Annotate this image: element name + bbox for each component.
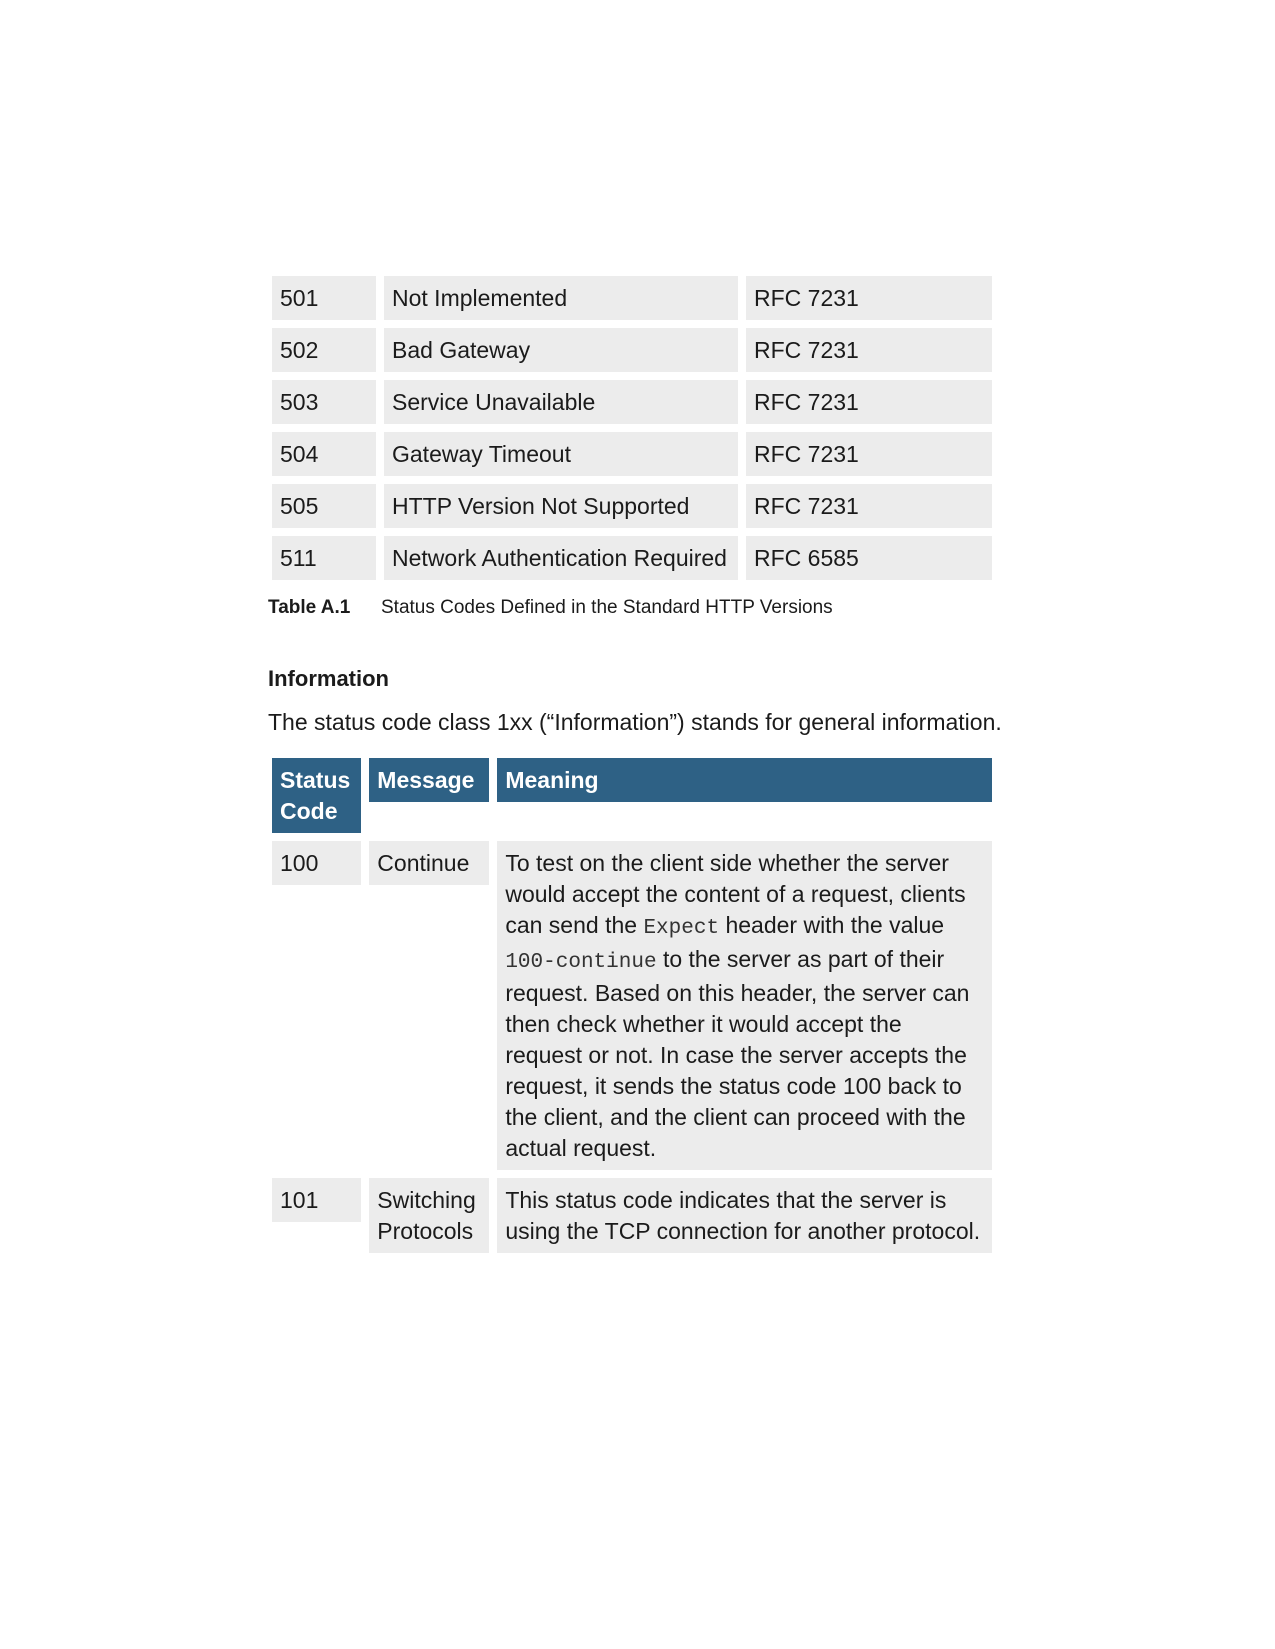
status-code-cell: 505	[272, 484, 376, 528]
spec-cell: RFC 6585	[746, 536, 992, 580]
status-code-cell: 100	[272, 841, 362, 885]
page-content: 501 Not Implemented RFC 7231 502 Bad Gat…	[268, 276, 1002, 1261]
message-cell: Service Unavailable	[384, 380, 738, 424]
table-caption: Table A.1 Status Codes Defined in the St…	[268, 596, 996, 620]
status-code-cell: 503	[272, 380, 376, 424]
message-cell: Bad Gateway	[384, 328, 738, 372]
caption-label: Table A.1	[268, 597, 351, 618]
table-row: 502 Bad Gateway RFC 7231	[272, 328, 992, 372]
spec-cell: RFC 7231	[746, 484, 992, 528]
expect-header-code: Expect	[643, 917, 720, 940]
table-row: 501 Not Implemented RFC 7231	[272, 276, 992, 320]
message-cell: HTTP Version Not Supported	[384, 484, 738, 528]
caption-text: Status Codes Defined in the Standard HTT…	[381, 597, 833, 618]
spec-cell: RFC 7231	[746, 276, 992, 320]
table-row: 101 Switching Protocols This status code…	[272, 1178, 992, 1253]
spec-cell: RFC 7231	[746, 380, 992, 424]
meaning-text: to the server as part of their request. …	[505, 946, 970, 1161]
message-cell: Continue	[369, 841, 490, 885]
table-row: 511 Network Authentication Required RFC …	[272, 536, 992, 580]
status-code-cell: 101	[272, 1178, 362, 1222]
message-cell: Gateway Timeout	[384, 432, 738, 476]
message-cell: Switching Protocols	[369, 1178, 490, 1253]
table-row: 504 Gateway Timeout RFC 7231	[272, 432, 992, 476]
table-row: 505 HTTP Version Not Supported RFC 7231	[272, 484, 992, 528]
spec-cell: RFC 7231	[746, 432, 992, 476]
status-code-cell: 501	[272, 276, 376, 320]
table-row: 503 Service Unavailable RFC 7231	[272, 380, 992, 424]
table-row: 100 Continue To test on the client side …	[272, 841, 992, 1170]
section-body: The status code class 1xx (“Information”…	[268, 709, 1002, 735]
continue-value-code: 100-continue	[505, 951, 657, 974]
message-cell: Network Authentication Required	[384, 536, 738, 580]
status-codes-table: 501 Not Implemented RFC 7231 502 Bad Gat…	[264, 268, 1000, 588]
status-code-cell: 502	[272, 328, 376, 372]
meaning-cell: This status code indicates that the serv…	[497, 1178, 992, 1253]
meaning-text: header with the value	[719, 912, 945, 938]
header-message: Message	[369, 758, 490, 802]
table-header-row: Status Code Message Meaning	[272, 758, 992, 833]
meaning-cell: To test on the client side whether the s…	[497, 841, 992, 1170]
spec-cell: RFC 7231	[746, 328, 992, 372]
status-code-cell: 511	[272, 536, 376, 580]
status-code-cell: 504	[272, 432, 376, 476]
header-status-code: Status Code	[272, 758, 362, 833]
information-status-table: Status Code Message Meaning 100 Continue…	[264, 750, 1000, 1261]
header-meaning: Meaning	[497, 758, 992, 802]
section-heading: Information	[268, 666, 389, 691]
message-cell: Not Implemented	[384, 276, 738, 320]
